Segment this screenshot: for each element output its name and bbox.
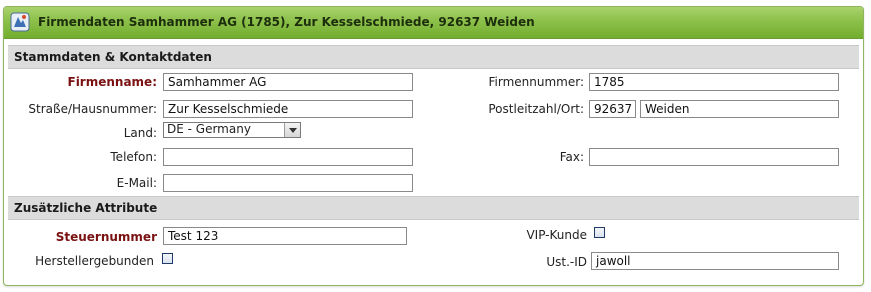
strasse-input[interactable]: Zur Kesselschmiede xyxy=(163,100,413,118)
telefon-input[interactable] xyxy=(163,148,413,166)
email-label: E-Mail: xyxy=(116,176,157,190)
herstellergebunden-checkbox[interactable] xyxy=(162,253,173,264)
panel-titlebar: Firmendaten Samhammer AG (1785), Zur Kes… xyxy=(4,7,863,39)
plz-input[interactable]: 92637 xyxy=(589,100,636,118)
ort-input[interactable]: Weiden xyxy=(640,100,839,118)
vip-kunde-label: VIP-Kunde xyxy=(526,228,587,242)
telefon-label: Telefon: xyxy=(110,150,157,164)
firmennummer-label: Firmennummer: xyxy=(488,75,584,89)
fax-label: Fax: xyxy=(559,150,584,164)
vip-kunde-checkbox[interactable] xyxy=(594,227,605,238)
chevron-down-icon[interactable] xyxy=(284,123,300,137)
land-select[interactable]: DE - Germany xyxy=(163,122,301,138)
steuernummer-label: Steuernummer xyxy=(55,230,157,244)
firmenname-input[interactable]: Samhammer AG xyxy=(163,73,413,91)
panel-title: Firmendaten Samhammer AG (1785), Zur Kes… xyxy=(38,15,535,29)
firmenname-label: Firmenname: xyxy=(67,75,158,89)
company-data-panel: Firmendaten Samhammer AG (1785), Zur Kes… xyxy=(3,6,864,286)
steuernummer-input[interactable]: Test 123 xyxy=(163,227,407,245)
herstellergebunden-label: Herstellergebunden xyxy=(35,254,154,268)
land-select-value: DE - Germany xyxy=(167,122,251,136)
plz-ort-label: Postleitzahl/Ort: xyxy=(488,102,584,116)
firmennummer-input[interactable]: 1785 xyxy=(589,73,839,91)
email-input[interactable] xyxy=(163,174,413,192)
company-logo-icon xyxy=(10,12,30,32)
fax-input[interactable] xyxy=(589,148,839,166)
section-zusatz: Zusätzliche Attribute xyxy=(8,196,859,220)
land-label: Land: xyxy=(123,126,157,140)
section-stammdaten: Stammdaten & Kontaktdaten xyxy=(8,45,859,69)
section-title-zusatz: Zusätzliche Attribute xyxy=(14,201,158,215)
ust-id-label: Ust.-ID xyxy=(546,255,587,269)
section-title-stammdaten: Stammdaten & Kontaktdaten xyxy=(14,50,212,64)
ust-id-input[interactable]: jawoll xyxy=(591,252,839,270)
strasse-label: Straße/Hausnummer: xyxy=(28,102,157,116)
